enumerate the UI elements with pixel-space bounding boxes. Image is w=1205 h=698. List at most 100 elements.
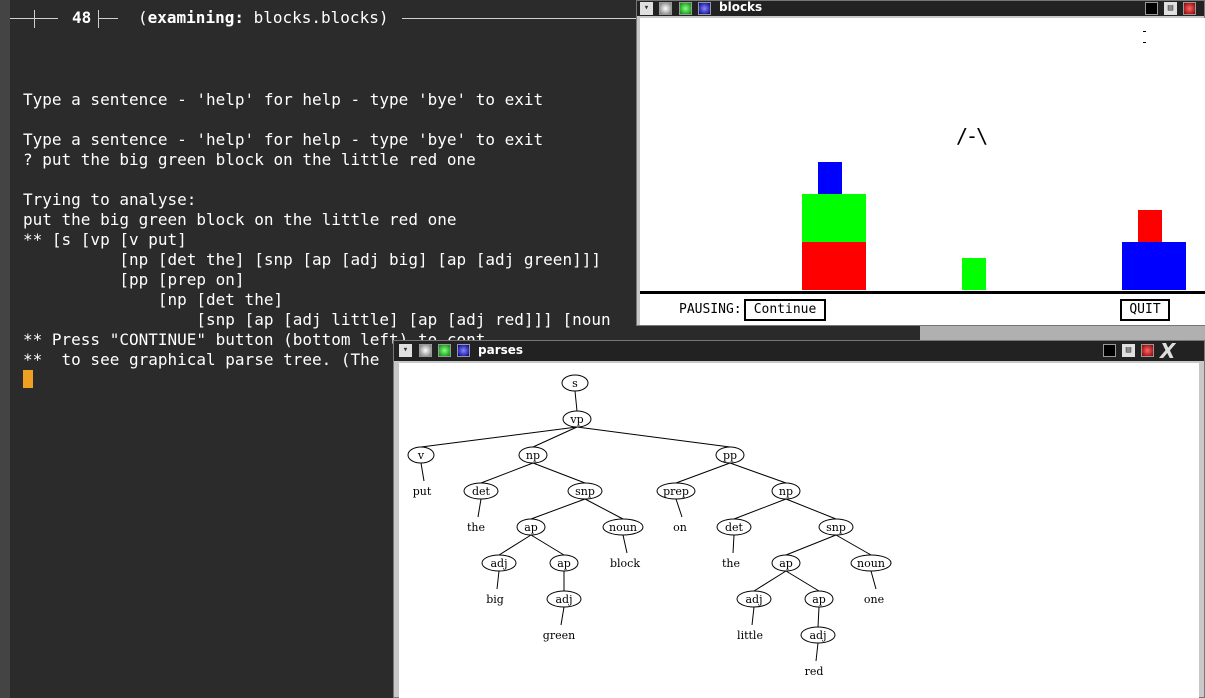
line-number: 48 (72, 8, 92, 27)
tree-node-label: det (472, 485, 491, 498)
desktop-strip (920, 326, 1205, 340)
tree-node-label: noun (609, 521, 637, 534)
parses-titlebar[interactable]: ▾ parses ▤ X (394, 341, 1204, 361)
tree-edge (477, 498, 482, 518)
little-red-block (1138, 210, 1162, 242)
tree-node-label: adj (490, 557, 507, 570)
tree-node-label: ap (557, 557, 571, 570)
tree-node-label: snp (826, 521, 846, 534)
tree-node-label: np (779, 485, 793, 498)
robot-hand: /-\ (956, 124, 988, 148)
window-title: blocks (719, 0, 763, 14)
tree-node-label: s (572, 377, 578, 390)
terminal-line: [np [det the] [snp [ap [adj big] [ap [ad… (23, 250, 601, 269)
tree-edge (815, 642, 819, 662)
quit-button[interactable]: QUIT (1120, 299, 1170, 321)
terminal-line: [snp [ap [adj little] [ap [adj red]]] [n… (23, 310, 611, 329)
tree-edge (496, 570, 500, 590)
tree-edge (753, 570, 787, 592)
tree-edge (785, 570, 820, 592)
tree-edge (532, 462, 586, 484)
terminal-line: ** [s [vp [v put] (23, 230, 187, 249)
small-green-block (962, 258, 986, 290)
header-rule-right (402, 18, 640, 19)
terminal-line: put the big green block on the little re… (23, 210, 457, 229)
window-menu-icon[interactable]: ▾ (640, 2, 653, 15)
blocks-titlebar[interactable]: ▾ blocks ▤ (637, 1, 1204, 16)
tree-word-put: put (413, 485, 432, 498)
maximize-icon[interactable] (438, 344, 451, 357)
options-icon[interactable]: ▤ (1164, 2, 1177, 15)
tree-edge (732, 534, 735, 554)
tree-edge (560, 606, 565, 626)
terminal-line: Type a sentence - 'help' for help - type… (23, 90, 544, 109)
tree-edge (870, 570, 877, 590)
close-icon[interactable] (1141, 344, 1154, 357)
window-menu-icon[interactable]: ▾ (399, 344, 412, 357)
tree-edge (480, 462, 534, 484)
terminal-header: 48 (examining: blocks.blocks) (10, 8, 640, 30)
parse-tree-canvas: s vp v np pp det snp prep np ap noun det snp adj ap ap n… (399, 363, 1199, 698)
tree-node-label: adj (745, 593, 762, 606)
minimize-icon[interactable] (419, 344, 432, 357)
tree-node-label: snp (575, 485, 595, 498)
tree-edge (733, 498, 787, 520)
tree-edge (729, 462, 787, 484)
tree-node-label: ap (812, 593, 826, 606)
pausing-label: PAUSING: (679, 302, 742, 317)
examining-status: (examining: blocks.blocks) (134, 8, 393, 28)
parses-window[interactable]: ▾ parses ▤ X s vp v np pp det snp prep np ap noun d… (393, 340, 1205, 698)
terminal-line: ** to see graphical parse tree. (The (23, 350, 380, 369)
tree-edge (498, 534, 532, 556)
iconify-icon[interactable] (1145, 2, 1158, 15)
options-icon[interactable]: ▤ (1122, 344, 1135, 357)
tree-edge (751, 606, 755, 626)
text-cursor (23, 370, 33, 388)
tree-word-green: green (543, 629, 575, 642)
tree-edge (835, 534, 872, 556)
tree-edge (420, 426, 578, 448)
blocks-window[interactable]: ▾ blocks ▤ /-\ PAUSING: Continue QUIT (636, 0, 1205, 326)
big-red-block-left (802, 242, 866, 290)
tree-edge (817, 606, 820, 628)
blocks-world-canvas: /-\ (640, 18, 1205, 295)
continue-button[interactable]: Continue (744, 299, 826, 321)
tree-edge (675, 498, 683, 518)
header-tick-right (98, 10, 99, 28)
maximize-icon[interactable] (679, 2, 692, 15)
tree-edge (785, 498, 837, 520)
shade-icon[interactable] (698, 2, 711, 15)
tree-node-label: np (526, 449, 540, 462)
tree-node-label: pp (723, 449, 737, 462)
terminal-line: ? put the big green block on the little … (23, 150, 476, 169)
tree-word-one: one (864, 593, 884, 606)
header-tick-left (34, 10, 35, 28)
tree-word-big: big (486, 593, 504, 606)
tree-word-the2: the (722, 557, 740, 570)
tree-node-label: det (725, 521, 744, 534)
tree-node-label: vp (569, 413, 583, 426)
tree-edge (785, 534, 837, 556)
tree-word-red: red (805, 665, 824, 678)
tree-edge (622, 534, 628, 554)
small-blue-block-top (818, 162, 842, 194)
terminal-line: [np [det the] (23, 290, 284, 309)
tree-word-the1: the (467, 521, 485, 534)
close-icon[interactable] (1183, 2, 1196, 15)
tree-word-little: little (737, 629, 763, 642)
blocks-controls: PAUSING: Continue QUIT (640, 294, 1205, 325)
iconify-icon[interactable] (1103, 344, 1116, 357)
tree-edge (675, 462, 731, 484)
terminal-line: [pp [prep on] (23, 270, 245, 289)
terminal-line: Type a sentence - 'help' for help - type… (23, 130, 544, 149)
minimize-icon[interactable] (659, 2, 672, 15)
marker-icon (1143, 23, 1147, 43)
tree-word-block: block (610, 557, 640, 570)
header-rule-mid (98, 18, 118, 19)
shade-icon[interactable] (457, 344, 470, 357)
x-logo-icon: X (1160, 339, 1176, 363)
window-title: parses (478, 343, 524, 357)
tree-node-label: adj (809, 629, 826, 642)
terminal-line: Trying to analyse: (23, 190, 197, 209)
tree-node-label: v (417, 449, 425, 462)
